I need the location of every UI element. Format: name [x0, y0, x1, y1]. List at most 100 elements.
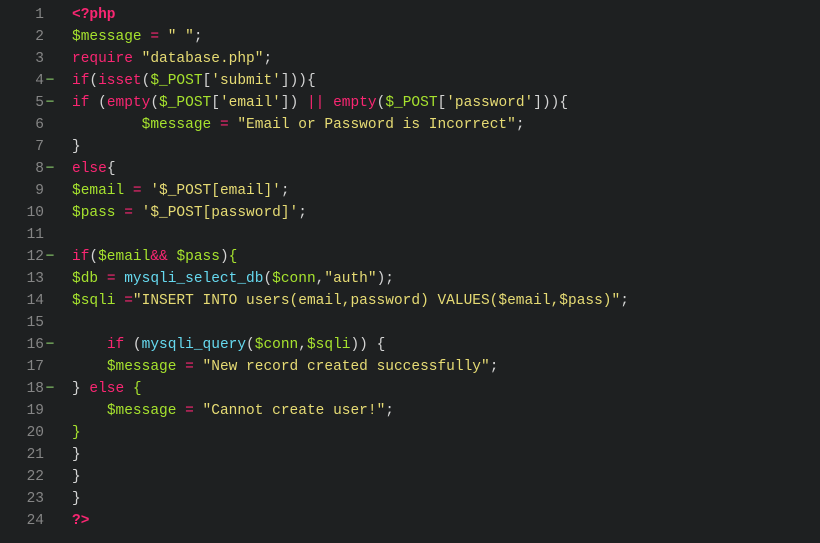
code-line[interactable]: else{: [72, 158, 629, 180]
line-number-text: 1: [35, 7, 44, 23]
token-keyword: empty: [107, 95, 151, 111]
token-brace: {: [229, 249, 238, 265]
token-punc: (: [263, 271, 272, 287]
code-line[interactable]: $message = "Email or Password is Incorre…: [72, 114, 629, 136]
code-line[interactable]: $email = '$_POST[email]';: [72, 180, 629, 202]
token-keyword: empty: [333, 95, 377, 111]
line-number: 1: [0, 4, 44, 26]
token-keyword: if: [72, 249, 89, 265]
line-number: 9: [0, 180, 44, 202]
token-punc: [: [203, 73, 212, 89]
token-punc: (: [89, 73, 98, 89]
line-number: 15: [0, 312, 44, 334]
line-number-text: 20: [27, 425, 44, 441]
token-str: " ": [168, 29, 194, 45]
token-op: =: [185, 403, 194, 419]
token-var: $pass: [176, 249, 220, 265]
code-line[interactable]: $pass = '$_POST[password]';: [72, 202, 629, 224]
token-var: $message: [142, 117, 212, 133]
line-number: 24: [0, 510, 44, 532]
line-number-text: 24: [27, 513, 44, 529]
code-line[interactable]: $db = mysqli_select_db($conn,"auth");: [72, 268, 629, 290]
line-number-text: 12: [27, 249, 44, 265]
line-number-text: 22: [27, 469, 44, 485]
token-str: 'password': [446, 95, 533, 111]
token-punc: ;: [516, 117, 525, 133]
code-line[interactable]: } else {: [72, 378, 629, 400]
fold-marker-icon[interactable]: −: [44, 158, 56, 180]
token-punc: [: [211, 95, 220, 111]
token-var: $sqli: [307, 337, 351, 353]
token-var: $message: [107, 359, 177, 375]
token-punc: ;: [194, 29, 203, 45]
code-line[interactable]: }: [72, 488, 629, 510]
token-punc: ])){: [281, 73, 316, 89]
token-func: mysqli_select_db: [124, 271, 263, 287]
code-line[interactable]: }: [72, 444, 629, 466]
token-punc: ;: [263, 51, 272, 67]
code-line[interactable]: }: [72, 136, 629, 158]
code-line[interactable]: if (mysqli_query($conn,$sqli)) {: [72, 334, 629, 356]
fold-marker-icon[interactable]: −: [44, 378, 56, 400]
line-number: 13: [0, 268, 44, 290]
code-line[interactable]: if($email&& $pass){: [72, 246, 629, 268]
line-number: 17: [0, 356, 44, 378]
code-line[interactable]: require "database.php";: [72, 48, 629, 70]
token-punc: [72, 117, 142, 133]
token-keyword: else: [89, 381, 124, 397]
fold-marker-icon[interactable]: −: [44, 70, 56, 92]
token-punc: [194, 403, 203, 419]
code-area[interactable]: <?php$message = " ";require "database.ph…: [48, 4, 629, 532]
token-op: =: [107, 271, 116, 287]
token-punc: ): [220, 249, 229, 265]
line-number: 14: [0, 290, 44, 312]
code-line[interactable]: $sqli ="INSERT INTO users(email,password…: [72, 290, 629, 312]
token-var: $conn: [255, 337, 299, 353]
token-punc: [116, 205, 125, 221]
code-line[interactable]: $message = "Cannot create user!";: [72, 400, 629, 422]
token-punc: ;: [298, 205, 307, 221]
code-line[interactable]: $message = " ";: [72, 26, 629, 48]
code-line[interactable]: if(isset($_POST['submit'])){: [72, 70, 629, 92]
fold-marker-icon[interactable]: −: [44, 92, 56, 114]
token-punc: );: [377, 271, 394, 287]
code-line[interactable]: [72, 312, 629, 334]
token-punc: (: [89, 249, 98, 265]
fold-marker-icon[interactable]: −: [44, 334, 56, 356]
token-keyword: if: [107, 337, 124, 353]
code-line[interactable]: <?php: [72, 4, 629, 26]
line-number: 3: [0, 48, 44, 70]
line-number: 16−: [0, 334, 44, 356]
line-number: 21: [0, 444, 44, 466]
token-punc: ]): [281, 95, 307, 111]
token-punc: [116, 293, 125, 309]
code-line[interactable]: ?>: [72, 510, 629, 532]
token-op: ||: [307, 95, 324, 111]
line-number: 8−: [0, 158, 44, 180]
token-func: mysqli_query: [142, 337, 246, 353]
token-punc: {: [107, 161, 116, 177]
code-line[interactable]: [72, 224, 629, 246]
code-line[interactable]: $message = "New record created successfu…: [72, 356, 629, 378]
token-punc: }: [72, 491, 81, 507]
token-punc: ;: [385, 403, 394, 419]
code-line[interactable]: }: [72, 422, 629, 444]
code-line[interactable]: if (empty($_POST['email']) || empty($_PO…: [72, 92, 629, 114]
token-brace: }: [72, 425, 81, 441]
line-number: 2: [0, 26, 44, 48]
line-number: 23: [0, 488, 44, 510]
line-number-text: 3: [35, 51, 44, 67]
token-punc: [116, 271, 125, 287]
code-editor[interactable]: 1234−5−678−9101112−13141516−1718−1920212…: [0, 0, 820, 532]
token-keyword: require: [72, 51, 133, 67]
token-brace: {: [133, 381, 142, 397]
fold-marker-icon[interactable]: −: [44, 246, 56, 268]
token-str: "New record created successfully": [203, 359, 490, 375]
token-var: $_POST: [385, 95, 437, 111]
token-tag: ?>: [72, 513, 89, 529]
token-str: 'submit': [211, 73, 281, 89]
token-op: =: [150, 29, 159, 45]
code-line[interactable]: }: [72, 466, 629, 488]
line-number: 6: [0, 114, 44, 136]
line-number: 18−: [0, 378, 44, 400]
